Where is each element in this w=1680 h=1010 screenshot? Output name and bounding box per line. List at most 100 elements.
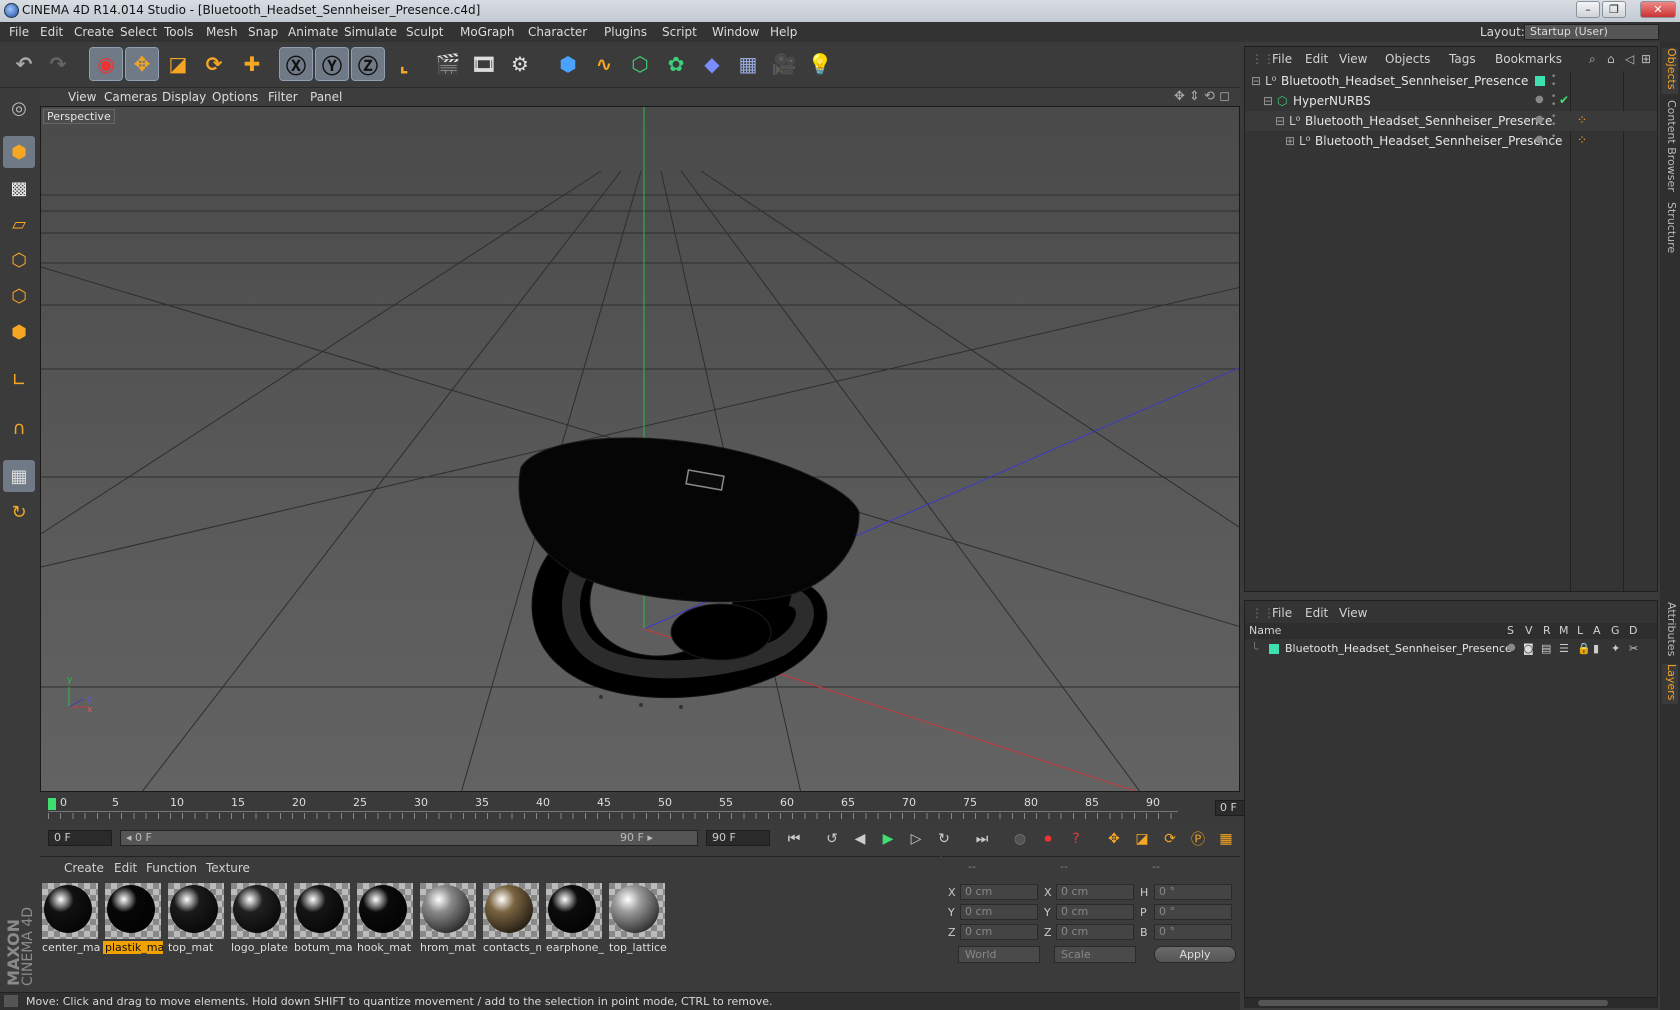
material-swatch[interactable]: top_mat — [166, 881, 226, 954]
col-animation[interactable]: A — [1593, 624, 1601, 637]
layer-menu-edit[interactable]: Edit — [1305, 606, 1328, 620]
mat-menu-edit[interactable]: Edit — [114, 861, 137, 875]
rotation-p-field[interactable]: 0 ° — [1154, 904, 1232, 920]
mat-menu-function[interactable]: Function — [146, 861, 197, 875]
cube-primitive-icon[interactable]: ⬢ — [552, 48, 584, 80]
menu-create[interactable]: Create — [74, 25, 114, 39]
view-toggle-icon[interactable]: ◙ — [1523, 642, 1534, 655]
size-x-field[interactable]: 0 cm — [1056, 884, 1134, 900]
maximize-button[interactable]: ❐ — [1602, 1, 1626, 18]
visibility-dots[interactable]: • • — [1551, 73, 1556, 90]
vp-menu-options[interactable]: Options — [212, 90, 258, 104]
collapse-icon[interactable]: ⊟ — [1275, 114, 1285, 128]
key-position-icon[interactable]: ✥ — [1102, 827, 1126, 851]
menu-file[interactable]: File — [9, 25, 29, 39]
menu-simulate[interactable]: Simulate — [344, 25, 397, 39]
make-editable-icon[interactable]: ◎ — [3, 92, 35, 124]
points-mode-icon[interactable]: ⬡ — [3, 244, 35, 276]
transform-tool-icon[interactable]: ✚ — [236, 48, 268, 80]
menu-mesh[interactable]: Mesh — [206, 25, 238, 39]
col-generators[interactable]: G — [1611, 624, 1620, 637]
previous-frame-icon[interactable]: ◀ — [848, 827, 872, 851]
col-deformers[interactable]: D — [1629, 624, 1637, 637]
material-swatch[interactable]: contacts_m — [481, 881, 541, 954]
start-frame-field[interactable]: 0 F — [48, 830, 112, 846]
live-selection-icon[interactable]: ◉ — [89, 47, 123, 81]
workplane-lock-icon[interactable]: ▦ — [3, 460, 35, 492]
material-swatch[interactable]: hrom_mat — [418, 881, 478, 954]
axis-mode-icon[interactable]: ∟ — [3, 364, 35, 396]
lock-toggle-icon[interactable]: 🔒 — [1577, 642, 1591, 655]
vp-menu-panel[interactable]: Panel — [310, 90, 342, 104]
key-rotation-icon[interactable]: ⟳ — [1158, 827, 1182, 851]
material-tag-icon[interactable]: ⁘ — [1577, 133, 1587, 147]
col-manager[interactable]: M — [1559, 624, 1569, 637]
vp-menu-view[interactable]: View — [68, 90, 96, 104]
new-window-icon[interactable]: ⊞ — [1641, 52, 1651, 66]
workplane-icon[interactable]: ▱ — [3, 208, 35, 240]
playhead-marker[interactable] — [48, 798, 56, 810]
key-pla-icon[interactable]: ▦ — [1214, 827, 1238, 851]
menu-edit[interactable]: Edit — [40, 25, 63, 39]
rotate-tool-icon[interactable]: ⟳ — [198, 48, 230, 80]
generator-toggle-icon[interactable]: ✦ — [1611, 642, 1620, 655]
record-active-icon[interactable]: ◍ — [1008, 827, 1032, 851]
render-view-icon[interactable]: 🎬 — [432, 48, 464, 80]
size-y-field[interactable]: 0 cm — [1056, 904, 1134, 920]
model-mode-icon[interactable]: ⬢ — [3, 136, 35, 168]
layout-select[interactable]: Startup (User) — [1524, 24, 1659, 40]
x-axis-lock-icon[interactable]: Ⓧ — [279, 47, 313, 81]
tab-structure[interactable]: Structure — [1662, 202, 1678, 258]
vp-menu-cameras[interactable]: Cameras — [104, 90, 157, 104]
rotation-b-field[interactable]: 0 ° — [1154, 924, 1232, 940]
material-swatch[interactable]: center_mat — [40, 881, 100, 954]
polygons-mode-icon[interactable]: ⬢ — [3, 316, 35, 348]
expand-icon[interactable]: ⊞ — [1285, 134, 1295, 148]
menu-window[interactable]: Window — [712, 25, 759, 39]
timeline-ruler[interactable]: 0 5 10 15 20 25 30 35 40 45 50 55 60 65 … — [40, 795, 1281, 821]
scrollbar-thumb[interactable] — [1258, 1000, 1608, 1006]
end-frame-field[interactable]: 90 F — [706, 830, 770, 846]
texture-mode-icon[interactable]: ▩ — [3, 172, 35, 204]
y-axis-lock-icon[interactable]: Ⓨ — [315, 47, 349, 81]
keyframe-selection-icon[interactable]: ? — [1064, 827, 1088, 851]
next-frame-icon[interactable]: ▷ — [904, 827, 928, 851]
nurbs-icon[interactable]: ⬡ — [624, 48, 656, 80]
next-key-icon[interactable]: ↻ — [932, 827, 956, 851]
col-render[interactable]: R — [1543, 624, 1551, 637]
key-parameter-icon[interactable]: Ⓟ — [1186, 827, 1210, 851]
edges-mode-icon[interactable]: ⬡ — [3, 280, 35, 312]
autokey-icon[interactable]: ⏺ — [1036, 827, 1060, 851]
play-icon[interactable]: ▶ — [876, 827, 900, 851]
col-view[interactable]: V — [1525, 624, 1533, 637]
visibility-dots[interactable]: • • — [1551, 93, 1556, 110]
menu-sculpt[interactable]: Sculpt — [406, 25, 443, 39]
enabled-check-icon[interactable]: ✔ — [1559, 93, 1569, 107]
menu-select[interactable]: Select — [120, 25, 157, 39]
material-swatch[interactable]: hook_mat — [355, 881, 415, 954]
apply-button[interactable]: Apply — [1154, 946, 1236, 963]
redo-icon[interactable]: ↷ — [42, 48, 74, 80]
object-row[interactable]: ⊞ L⁰ Bluetooth_Headset_Sennheiser_Presen… — [1245, 131, 1657, 151]
viewport-nav-icons[interactable]: ✥ ⇕ ⟲ ◻ — [1174, 89, 1230, 104]
position-y-field[interactable]: 0 cm — [960, 904, 1038, 920]
mat-menu-texture[interactable]: Texture — [206, 861, 250, 875]
menu-animate[interactable]: Animate — [288, 25, 338, 39]
z-axis-lock-icon[interactable]: Ⓩ — [351, 47, 385, 81]
undo-icon[interactable]: ↶ — [8, 48, 40, 80]
object-row[interactable]: ⊟ L⁰ Bluetooth_Headset_Sennheiser_Presen… — [1245, 71, 1657, 91]
vp-menu-filter[interactable]: Filter — [268, 90, 298, 104]
tab-content-browser[interactable]: Content Browser — [1662, 100, 1678, 196]
visibility-dots[interactable]: • • — [1551, 113, 1556, 130]
layer-menu-file[interactable]: File — [1272, 606, 1292, 620]
layer-color-swatch[interactable] — [1269, 644, 1279, 654]
view-toggle-icon[interactable]: ◁ — [1625, 52, 1634, 66]
tab-layers[interactable]: Layers — [1662, 664, 1678, 704]
tab-attributes[interactable]: Attributes — [1662, 602, 1678, 662]
coord-mode-dropdown[interactable]: World — [958, 946, 1040, 963]
previous-key-icon[interactable]: ↺ — [820, 827, 844, 851]
scale-tool-icon[interactable]: ◪ — [162, 48, 194, 80]
sculpt-mode-icon[interactable]: ↻ — [3, 496, 35, 528]
menu-script[interactable]: Script — [662, 25, 697, 39]
collapse-icon[interactable]: ⊟ — [1263, 94, 1273, 108]
